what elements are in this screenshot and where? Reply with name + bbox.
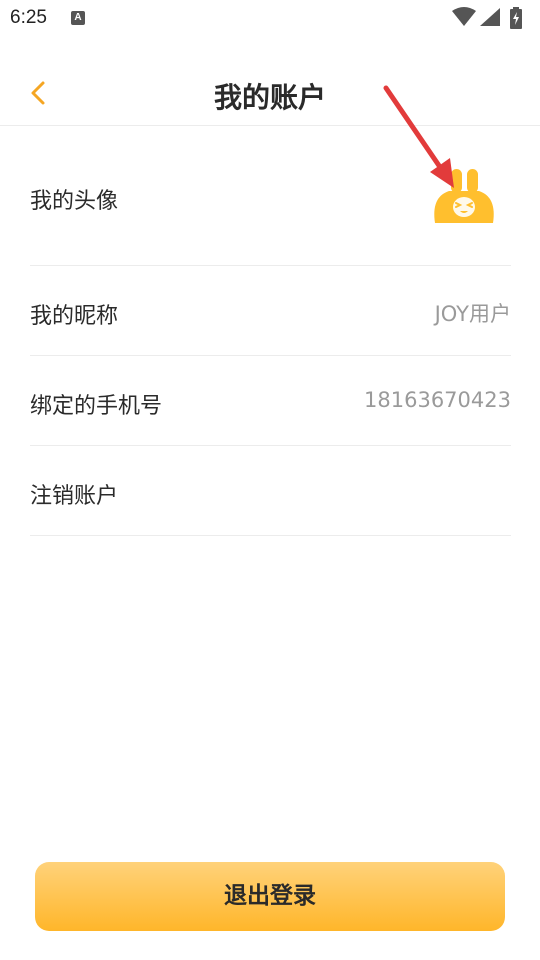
row-nickname[interactable]: 我的昵称 JOY用户 [30,266,511,356]
status-time: 6:25 [10,7,47,28]
status-bar: 6:25 A [0,0,540,38]
nickname-label: 我的昵称 [30,304,119,329]
phone-label: 绑定的手机号 [30,394,163,419]
row-phone[interactable]: 绑定的手机号 18163670423 [30,356,511,446]
annotation-arrow [383,85,454,188]
cancel-account-label: 注销账户 [30,484,119,509]
phone-value: 18163670423 [364,388,511,412]
notification-letter: A [74,12,82,23]
wifi-icon [452,7,476,26]
signal-icon [480,8,500,26]
a-notification-icon: A [71,11,85,25]
avatar-label: 我的头像 [30,189,119,214]
row-cancel-account[interactable]: 注销账户 [30,446,511,536]
logout-button[interactable]: 退出登录 [35,862,505,931]
nickname-value: JOY用户 [434,302,511,326]
battery-charging-icon [510,7,522,29]
